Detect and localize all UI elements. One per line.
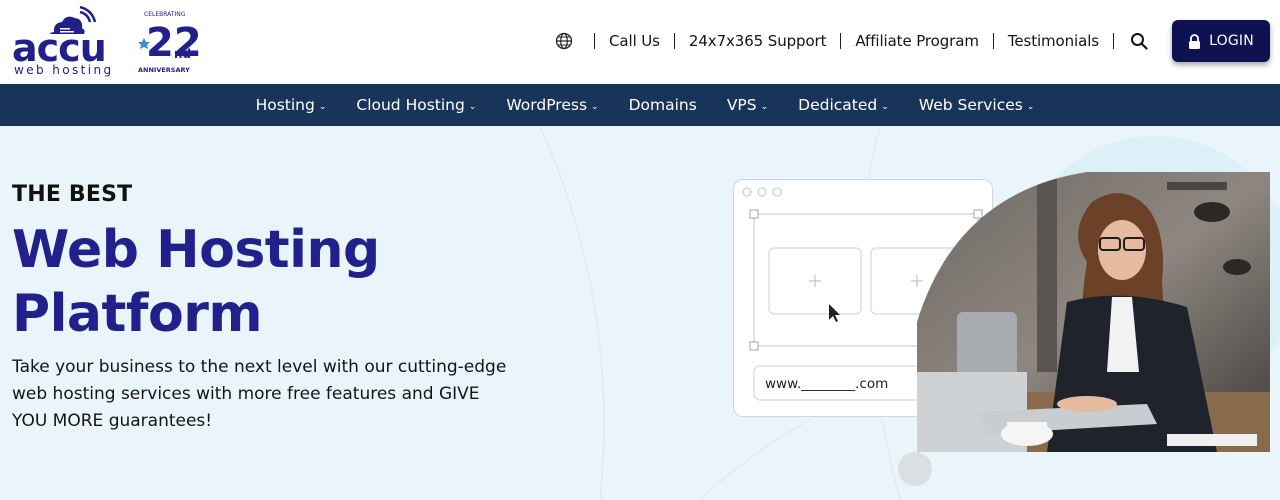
hero-kicker: THE BEST [12,182,133,207]
main-navigation: Hosting ⌄ Cloud Hosting ⌄ WordPress ⌄ Do… [0,84,1280,126]
login-button[interactable]: LOGIN [1172,20,1270,62]
affiliate-program-link[interactable]: Affiliate Program [855,32,979,50]
nav-label: VPS [726,96,757,114]
anniversary-suffix: nd [174,47,191,61]
headline-line-1: Web Hosting [12,220,380,280]
login-label: LOGIN [1209,33,1254,49]
top-utility-nav: Call Us 24x7x365 Support Affiliate Progr… [554,20,1270,62]
nav-label: Hosting [255,96,315,114]
nav-cloud-hosting[interactable]: Cloud Hosting ⌄ [356,96,476,114]
divider [840,33,842,49]
divider [673,33,675,49]
anniversary-bottom: ANNIVERSARY [138,66,190,74]
nav-web-services[interactable]: Web Services ⌄ [919,96,1035,114]
lock-icon [1189,33,1201,49]
support-link[interactable]: 24x7x365 Support [689,32,827,50]
hero-section: THE BEST Web Hosting Platform Take your … [0,126,1280,500]
brand-tagline: web hosting [14,63,114,77]
nav-label: WordPress [506,96,588,114]
nav-label: Domains [628,96,697,114]
nav-wordpress[interactable]: WordPress ⌄ [506,96,598,114]
nav-dedicated[interactable]: Dedicated ⌄ [798,96,889,114]
testimonials-link[interactable]: Testimonials [1008,32,1099,50]
chevron-down-icon: ⌄ [760,101,769,112]
domain-input-mock: www.________.com [765,376,888,392]
nav-label: Cloud Hosting [356,96,465,114]
headline-line-2: Platform [12,284,263,344]
nav-hosting[interactable]: Hosting ⌄ [256,96,327,114]
divider [1113,33,1114,49]
search-icon[interactable] [1128,30,1150,52]
woman-laptop-photo [917,172,1270,452]
nav-vps[interactable]: VPS ⌄ [727,96,768,114]
nav-label: Dedicated [798,96,878,114]
divider [594,33,596,49]
chevron-down-icon: ⌄ [881,101,889,112]
accu-logo[interactable]: accu web hosting CELEBRATING 22 nd ANNIV… [10,6,210,78]
chevron-down-icon: ⌄ [318,101,327,112]
globe-icon[interactable] [554,31,574,51]
decorative-circle [898,452,932,486]
call-us-link[interactable]: Call Us [609,32,660,50]
chevron-down-icon: ⌄ [1026,101,1035,112]
chevron-down-icon: ⌄ [468,101,477,112]
hero-headline: Web Hosting Platform [12,218,380,346]
divider [992,33,994,49]
site-header: accu web hosting CELEBRATING 22 nd ANNIV… [0,0,1280,84]
nav-label: Web Services [918,96,1023,114]
chevron-down-icon: ⌄ [591,101,599,112]
hero-subtext: Take your business to the next level wit… [12,357,507,431]
anniversary-top: CELEBRATING [144,11,186,18]
nav-domains[interactable]: Domains [629,96,697,114]
